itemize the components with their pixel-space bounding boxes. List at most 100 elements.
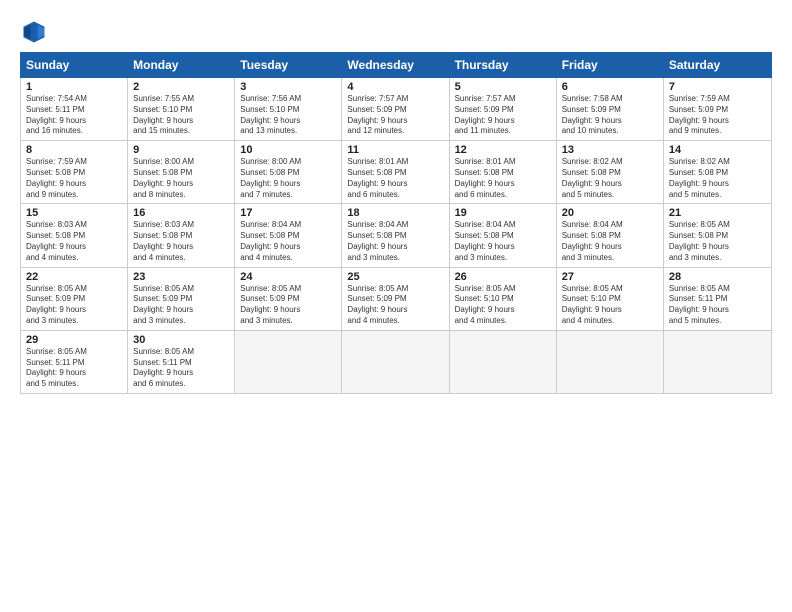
day-info: Sunrise: 8:04 AMSunset: 5:08 PMDaylight:… xyxy=(347,220,443,263)
day-number: 24 xyxy=(240,271,336,283)
day-number: 28 xyxy=(669,271,766,283)
calendar-cell: 16Sunrise: 8:03 AMSunset: 5:08 PMDayligh… xyxy=(128,204,235,266)
day-number: 27 xyxy=(562,271,658,283)
page: SundayMondayTuesdayWednesdayThursdayFrid… xyxy=(0,0,792,612)
day-number: 18 xyxy=(347,207,443,219)
header-day-tuesday: Tuesday xyxy=(235,53,342,77)
day-number: 11 xyxy=(347,144,443,156)
day-info: Sunrise: 8:04 AMSunset: 5:08 PMDaylight:… xyxy=(562,220,658,263)
day-number: 7 xyxy=(669,81,766,93)
calendar-header: SundayMondayTuesdayWednesdayThursdayFrid… xyxy=(20,52,772,78)
day-info: Sunrise: 8:05 AMSunset: 5:08 PMDaylight:… xyxy=(669,220,766,263)
header xyxy=(20,18,772,46)
header-day-saturday: Saturday xyxy=(664,53,771,77)
day-info: Sunrise: 8:04 AMSunset: 5:08 PMDaylight:… xyxy=(455,220,551,263)
day-info: Sunrise: 8:05 AMSunset: 5:10 PMDaylight:… xyxy=(562,284,658,327)
header-day-thursday: Thursday xyxy=(450,53,557,77)
calendar-cell xyxy=(450,331,557,393)
calendar-cell: 15Sunrise: 8:03 AMSunset: 5:08 PMDayligh… xyxy=(21,204,128,266)
calendar-cell: 12Sunrise: 8:01 AMSunset: 5:08 PMDayligh… xyxy=(450,141,557,203)
day-info: Sunrise: 8:05 AMSunset: 5:10 PMDaylight:… xyxy=(455,284,551,327)
header-day-sunday: Sunday xyxy=(21,53,128,77)
day-info: Sunrise: 7:57 AMSunset: 5:09 PMDaylight:… xyxy=(455,94,551,137)
calendar-cell: 11Sunrise: 8:01 AMSunset: 5:08 PMDayligh… xyxy=(342,141,449,203)
day-number: 19 xyxy=(455,207,551,219)
day-number: 20 xyxy=(562,207,658,219)
day-number: 30 xyxy=(133,334,229,346)
calendar-cell: 17Sunrise: 8:04 AMSunset: 5:08 PMDayligh… xyxy=(235,204,342,266)
day-info: Sunrise: 8:02 AMSunset: 5:08 PMDaylight:… xyxy=(669,157,766,200)
day-number: 8 xyxy=(26,144,122,156)
calendar-cell: 19Sunrise: 8:04 AMSunset: 5:08 PMDayligh… xyxy=(450,204,557,266)
calendar-cell: 9Sunrise: 8:00 AMSunset: 5:08 PMDaylight… xyxy=(128,141,235,203)
day-info: Sunrise: 8:02 AMSunset: 5:08 PMDaylight:… xyxy=(562,157,658,200)
calendar-cell: 23Sunrise: 8:05 AMSunset: 5:09 PMDayligh… xyxy=(128,268,235,330)
day-info: Sunrise: 8:05 AMSunset: 5:09 PMDaylight:… xyxy=(133,284,229,327)
day-info: Sunrise: 8:00 AMSunset: 5:08 PMDaylight:… xyxy=(133,157,229,200)
day-number: 5 xyxy=(455,81,551,93)
day-info: Sunrise: 7:56 AMSunset: 5:10 PMDaylight:… xyxy=(240,94,336,137)
calendar-cell: 25Sunrise: 8:05 AMSunset: 5:09 PMDayligh… xyxy=(342,268,449,330)
calendar-cell: 28Sunrise: 8:05 AMSunset: 5:11 PMDayligh… xyxy=(664,268,771,330)
calendar-cell: 29Sunrise: 8:05 AMSunset: 5:11 PMDayligh… xyxy=(21,331,128,393)
day-number: 29 xyxy=(26,334,122,346)
day-info: Sunrise: 7:59 AMSunset: 5:08 PMDaylight:… xyxy=(26,157,122,200)
day-number: 1 xyxy=(26,81,122,93)
day-info: Sunrise: 8:05 AMSunset: 5:09 PMDaylight:… xyxy=(240,284,336,327)
calendar-cell: 3Sunrise: 7:56 AMSunset: 5:10 PMDaylight… xyxy=(235,78,342,140)
day-info: Sunrise: 8:05 AMSunset: 5:11 PMDaylight:… xyxy=(669,284,766,327)
day-info: Sunrise: 8:01 AMSunset: 5:08 PMDaylight:… xyxy=(347,157,443,200)
calendar-cell: 24Sunrise: 8:05 AMSunset: 5:09 PMDayligh… xyxy=(235,268,342,330)
calendar-row-0: 1Sunrise: 7:54 AMSunset: 5:11 PMDaylight… xyxy=(21,78,771,141)
calendar-cell: 22Sunrise: 8:05 AMSunset: 5:09 PMDayligh… xyxy=(21,268,128,330)
day-number: 9 xyxy=(133,144,229,156)
day-info: Sunrise: 7:57 AMSunset: 5:09 PMDaylight:… xyxy=(347,94,443,137)
day-number: 16 xyxy=(133,207,229,219)
day-number: 3 xyxy=(240,81,336,93)
header-day-friday: Friday xyxy=(557,53,664,77)
day-number: 13 xyxy=(562,144,658,156)
day-info: Sunrise: 8:03 AMSunset: 5:08 PMDaylight:… xyxy=(133,220,229,263)
day-number: 14 xyxy=(669,144,766,156)
calendar-body: 1Sunrise: 7:54 AMSunset: 5:11 PMDaylight… xyxy=(20,78,772,394)
calendar-cell: 1Sunrise: 7:54 AMSunset: 5:11 PMDaylight… xyxy=(21,78,128,140)
calendar-row-2: 15Sunrise: 8:03 AMSunset: 5:08 PMDayligh… xyxy=(21,204,771,267)
day-info: Sunrise: 8:01 AMSunset: 5:08 PMDaylight:… xyxy=(455,157,551,200)
header-day-monday: Monday xyxy=(128,53,235,77)
calendar-cell: 30Sunrise: 8:05 AMSunset: 5:11 PMDayligh… xyxy=(128,331,235,393)
calendar-cell: 26Sunrise: 8:05 AMSunset: 5:10 PMDayligh… xyxy=(450,268,557,330)
day-number: 25 xyxy=(347,271,443,283)
day-info: Sunrise: 7:54 AMSunset: 5:11 PMDaylight:… xyxy=(26,94,122,137)
day-info: Sunrise: 8:05 AMSunset: 5:11 PMDaylight:… xyxy=(133,347,229,390)
day-number: 21 xyxy=(669,207,766,219)
logo-icon xyxy=(20,18,48,46)
calendar-cell: 13Sunrise: 8:02 AMSunset: 5:08 PMDayligh… xyxy=(557,141,664,203)
calendar-cell: 10Sunrise: 8:00 AMSunset: 5:08 PMDayligh… xyxy=(235,141,342,203)
day-number: 2 xyxy=(133,81,229,93)
calendar-row-1: 8Sunrise: 7:59 AMSunset: 5:08 PMDaylight… xyxy=(21,141,771,204)
day-info: Sunrise: 8:04 AMSunset: 5:08 PMDaylight:… xyxy=(240,220,336,263)
day-info: Sunrise: 8:05 AMSunset: 5:09 PMDaylight:… xyxy=(26,284,122,327)
calendar-cell xyxy=(235,331,342,393)
day-number: 17 xyxy=(240,207,336,219)
day-info: Sunrise: 8:00 AMSunset: 5:08 PMDaylight:… xyxy=(240,157,336,200)
day-number: 10 xyxy=(240,144,336,156)
calendar-cell: 14Sunrise: 8:02 AMSunset: 5:08 PMDayligh… xyxy=(664,141,771,203)
calendar-cell xyxy=(342,331,449,393)
calendar: SundayMondayTuesdayWednesdayThursdayFrid… xyxy=(20,52,772,598)
day-info: Sunrise: 7:55 AMSunset: 5:10 PMDaylight:… xyxy=(133,94,229,137)
day-info: Sunrise: 8:05 AMSunset: 5:11 PMDaylight:… xyxy=(26,347,122,390)
calendar-cell: 5Sunrise: 7:57 AMSunset: 5:09 PMDaylight… xyxy=(450,78,557,140)
calendar-cell: 7Sunrise: 7:59 AMSunset: 5:09 PMDaylight… xyxy=(664,78,771,140)
day-number: 12 xyxy=(455,144,551,156)
calendar-cell xyxy=(664,331,771,393)
calendar-row-4: 29Sunrise: 8:05 AMSunset: 5:11 PMDayligh… xyxy=(21,331,771,393)
calendar-cell: 21Sunrise: 8:05 AMSunset: 5:08 PMDayligh… xyxy=(664,204,771,266)
calendar-cell: 4Sunrise: 7:57 AMSunset: 5:09 PMDaylight… xyxy=(342,78,449,140)
day-info: Sunrise: 8:03 AMSunset: 5:08 PMDaylight:… xyxy=(26,220,122,263)
day-number: 22 xyxy=(26,271,122,283)
calendar-row-3: 22Sunrise: 8:05 AMSunset: 5:09 PMDayligh… xyxy=(21,268,771,331)
day-number: 4 xyxy=(347,81,443,93)
day-number: 6 xyxy=(562,81,658,93)
day-info: Sunrise: 7:59 AMSunset: 5:09 PMDaylight:… xyxy=(669,94,766,137)
